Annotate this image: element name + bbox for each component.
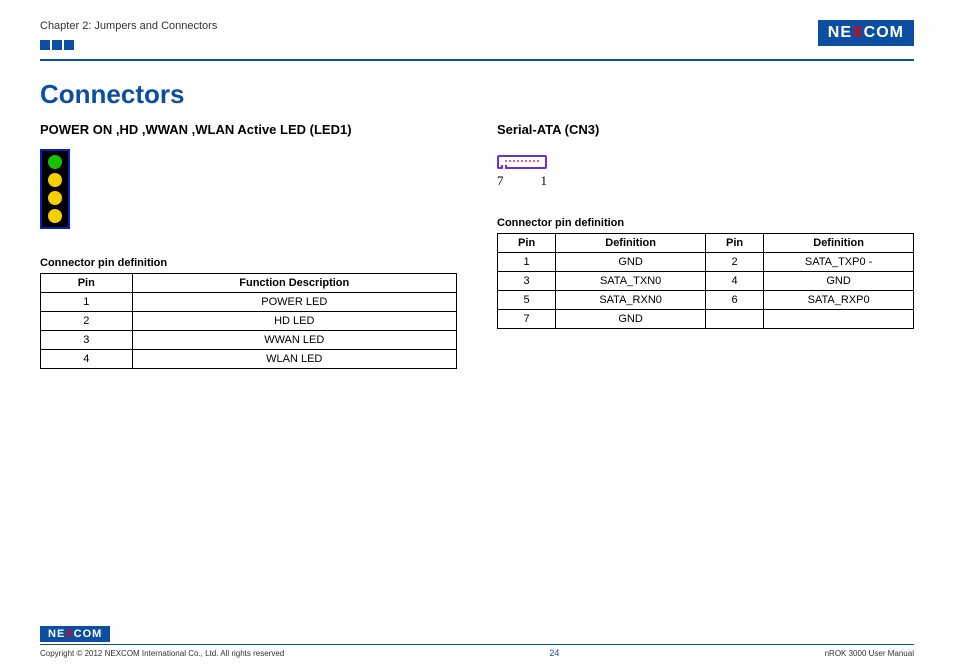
table-row: 3WWAN LED bbox=[41, 331, 457, 350]
table-row: 4WLAN LED bbox=[41, 350, 457, 369]
table-row: 1GND 2SATA_TXP0 - bbox=[498, 253, 914, 272]
led-diagram bbox=[40, 149, 70, 229]
th-pin2: Pin bbox=[705, 234, 763, 253]
page-footer: NEXCOM Copyright © 2012 NEXCOM Internati… bbox=[40, 624, 914, 658]
hd-led-icon bbox=[48, 173, 62, 187]
page-header: Chapter 2: Jumpers and Connectors NEXCOM bbox=[40, 20, 914, 53]
right-column: Serial-ATA (CN3) 7 1 Connector pin defin… bbox=[497, 122, 914, 369]
sata-connector-icon bbox=[497, 155, 547, 169]
sata-heading: Serial-ATA (CN3) bbox=[497, 122, 914, 137]
footer-logo: NEXCOM bbox=[40, 626, 110, 642]
page-number: 24 bbox=[549, 648, 559, 658]
copyright-text: Copyright © 2012 NEXCOM International Co… bbox=[40, 649, 284, 658]
table-row: 2HD LED bbox=[41, 312, 457, 331]
table-row: 5SATA_RXN0 6SATA_RXP0 bbox=[498, 291, 914, 310]
table-row: 1POWER LED bbox=[41, 293, 457, 312]
sata-diagram: 7 1 bbox=[497, 149, 914, 189]
sata-pin-table: Pin Definition Pin Definition 1GND 2SATA… bbox=[497, 233, 914, 329]
table-row: 7GND bbox=[498, 310, 914, 329]
th-pin: Pin bbox=[498, 234, 556, 253]
chapter-label: Chapter 2: Jumpers and Connectors bbox=[40, 20, 217, 32]
left-table-caption: Connector pin definition bbox=[40, 257, 457, 269]
led-heading: POWER ON ,HD ,WWAN ,WLAN Active LED (LED… bbox=[40, 122, 457, 137]
power-led-icon bbox=[48, 155, 62, 169]
wwan-led-icon bbox=[48, 191, 62, 205]
led-pin-table: Pin Function Description 1POWER LED 2HD … bbox=[40, 273, 457, 369]
th-func: Function Description bbox=[132, 274, 456, 293]
header-rule bbox=[40, 59, 914, 61]
th-def: Definition bbox=[556, 234, 706, 253]
content-columns: POWER ON ,HD ,WWAN ,WLAN Active LED (LED… bbox=[40, 122, 914, 369]
th-pin: Pin bbox=[41, 274, 133, 293]
table-row: 3SATA_TXN0 4GND bbox=[498, 272, 914, 291]
footer-rule bbox=[40, 644, 914, 645]
th-def2: Definition bbox=[764, 234, 914, 253]
left-column: POWER ON ,HD ,WWAN ,WLAN Active LED (LED… bbox=[40, 122, 457, 369]
wlan-led-icon bbox=[48, 209, 62, 223]
page-title: Connectors bbox=[40, 79, 914, 110]
right-table-caption: Connector pin definition bbox=[497, 217, 914, 229]
brand-logo: NEXCOM bbox=[818, 20, 914, 46]
manual-name: nROK 3000 User Manual bbox=[825, 649, 914, 658]
sata-pin-labels: 7 1 bbox=[497, 173, 547, 189]
decorative-squares bbox=[40, 40, 217, 53]
